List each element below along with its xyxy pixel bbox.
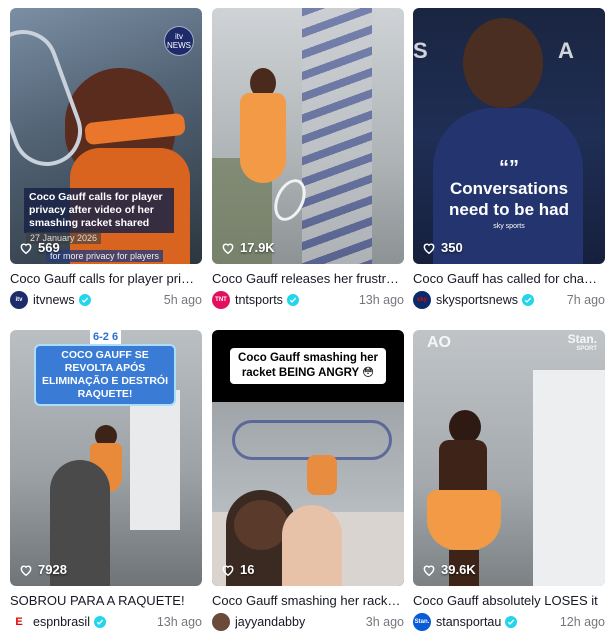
sky-sports-logo: sky sports [493, 223, 525, 230]
like-count: 17.9K [221, 240, 275, 255]
video-meta: jayyandabby 3h ago [212, 613, 404, 631]
post-time: 5h ago [163, 293, 202, 307]
overlay-footer: for more privacy for players [46, 250, 164, 262]
video-card[interactable]: itv NEWS Coco Gauff calls for player pri… [10, 8, 202, 309]
video-card[interactable]: Coco Gauff smashing her racket BEING ANG… [212, 330, 404, 631]
like-count: 569 [19, 240, 60, 255]
post-time: 12h ago [559, 615, 605, 629]
video-card[interactable]: AO Stan. SPORT 39.6K Coco Gauff absolute… [413, 330, 605, 631]
heart-icon [423, 243, 435, 254]
video-meta: itv itvnews 5h ago [10, 291, 202, 309]
avatar[interactable] [212, 613, 230, 631]
overlay-headline: Coco Gauff smashing her racket BEING ANG… [230, 348, 386, 384]
like-count: 39.6K [422, 562, 476, 577]
avatar[interactable]: sky [413, 291, 431, 309]
verified-badge-icon [286, 294, 299, 306]
like-count: 16 [221, 562, 254, 577]
scoreboard: 6-2 6 [90, 330, 122, 344]
video-meta: E espnbrasil 13h ago [10, 613, 202, 631]
post-time: 3h ago [365, 615, 404, 629]
avatar[interactable]: TNT [212, 291, 230, 309]
video-thumbnail[interactable]: A S “” Conversations need to be had sky … [413, 8, 605, 264]
avatar[interactable]: Stan. [413, 613, 431, 631]
post-time: 13h ago [358, 293, 404, 307]
video-meta: TNT tntsports 13h ago [212, 291, 404, 309]
video-meta: Stan. stansportau 12h ago [413, 613, 605, 631]
verified-badge-icon [521, 294, 534, 306]
post-time: 7h ago [566, 293, 605, 307]
video-meta: sky skysportsnews 7h ago [413, 291, 605, 309]
verified-badge-icon [78, 294, 91, 306]
video-title[interactable]: SOBROU PARA A RAQUETE! [10, 592, 200, 609]
verified-badge-icon [505, 616, 518, 628]
heart-icon [222, 565, 234, 576]
itv-news-logo: itv NEWS [164, 26, 194, 56]
avatar[interactable]: itv [10, 291, 28, 309]
overlay-headline: COCO GAUFF SE REVOLTA APÓS ELIMINAÇÃO E … [34, 344, 176, 406]
video-thumbnail[interactable]: AO Stan. SPORT 39.6K [413, 330, 605, 586]
overlay-headline: Conversations need to be had [449, 179, 569, 219]
video-card[interactable]: 6-2 6 COCO GAUFF SE REVOLTA APÓS ELIMINA… [10, 330, 202, 631]
heart-icon [423, 565, 435, 576]
username[interactable]: stansportau [436, 615, 501, 629]
username[interactable]: skysportsnews [436, 293, 518, 307]
overlay-headline: Coco Gauff calls for player privacy afte… [24, 188, 174, 233]
video-card[interactable]: A S “” Conversations need to be had sky … [413, 8, 605, 309]
video-grid: itv NEWS Coco Gauff calls for player pri… [0, 0, 615, 640]
verified-badge-icon [93, 616, 106, 628]
avatar[interactable]: E [10, 613, 28, 631]
username[interactable]: espnbrasil [33, 615, 90, 629]
overlay-quote-icon: “” [499, 157, 519, 179]
video-title[interactable]: Coco Gauff has called for changes [413, 270, 603, 287]
heart-icon [222, 243, 234, 254]
video-thumbnail[interactable]: 17.9K [212, 8, 404, 264]
heart-icon [20, 243, 32, 254]
video-thumbnail[interactable]: 6-2 6 COCO GAUFF SE REVOLTA APÓS ELIMINA… [10, 330, 202, 586]
post-time: 13h ago [156, 615, 202, 629]
video-title[interactable]: Coco Gauff calls for player privacy afte… [10, 270, 200, 287]
username[interactable]: itvnews [33, 293, 75, 307]
video-title[interactable]: Coco Gauff releases her frustrations aft… [212, 270, 402, 287]
video-thumbnail[interactable]: Coco Gauff smashing her racket BEING ANG… [212, 330, 404, 586]
ao-logo: AO [427, 334, 451, 351]
like-count: 350 [422, 240, 463, 255]
username[interactable]: jayyandabby [235, 615, 305, 629]
stan-sport-logo: Stan. SPORT [567, 332, 597, 352]
like-count: 7928 [19, 562, 67, 577]
video-thumbnail[interactable]: itv NEWS Coco Gauff calls for player pri… [10, 8, 202, 264]
video-title[interactable]: Coco Gauff absolutely LOSES it [413, 592, 603, 609]
heart-icon [20, 565, 32, 576]
video-title[interactable]: Coco Gauff smashing her racket BEING ANG… [212, 592, 402, 609]
username[interactable]: tntsports [235, 293, 283, 307]
video-card[interactable]: 17.9K Coco Gauff releases her frustratio… [212, 8, 404, 309]
